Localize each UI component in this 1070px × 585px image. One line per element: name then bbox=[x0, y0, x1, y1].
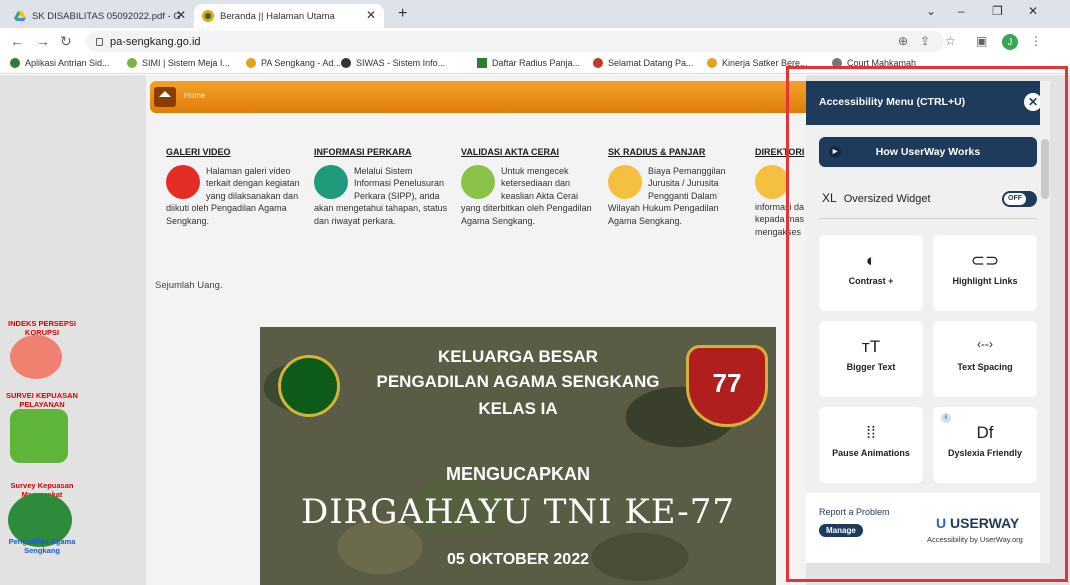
folder-icon bbox=[755, 164, 789, 199]
section-galeri-video: GALERI VIDEO Halaman galeri video terkai… bbox=[166, 146, 304, 227]
favicon-icon bbox=[477, 58, 487, 68]
bookmark-item[interactable]: Aplikasi Antrian Sid... bbox=[10, 58, 110, 68]
bookmark-label: SIWAS - Sistem Info... bbox=[356, 58, 446, 68]
favicon-icon bbox=[593, 58, 603, 68]
zoom-icon[interactable]: ⊕ bbox=[898, 34, 908, 48]
bookmark-item[interactable]: Selamat Datang Pa... bbox=[593, 58, 694, 68]
forward-icon[interactable]: → bbox=[36, 33, 50, 49]
favicon-icon bbox=[10, 58, 20, 68]
section-title[interactable]: SK RADIUS & PANJAR bbox=[608, 146, 746, 159]
bookmark-item[interactable]: PA Sengkang - Ad... bbox=[246, 58, 341, 68]
favicon-icon bbox=[246, 58, 256, 68]
address-bar[interactable]: pa-sengkang.go.id bbox=[86, 31, 944, 52]
highlight-frame bbox=[786, 66, 1068, 582]
side-label[interactable]: Pengadilan Agama Sengkang bbox=[2, 537, 82, 555]
new-tab-icon[interactable]: + bbox=[398, 5, 407, 23]
share-icon[interactable]: ⇪ bbox=[920, 34, 930, 48]
screen: { "browser": { "tabs": [ {"title": "SK D… bbox=[0, 0, 1070, 585]
marquee-text: Sejumlah Uang. bbox=[155, 280, 223, 291]
breadcrumb: Home bbox=[150, 81, 810, 113]
section-validasi-akta: VALIDASI AKTA CERAI Untuk mengecek keter… bbox=[461, 146, 599, 227]
close-icon[interactable]: ✕ bbox=[366, 8, 376, 22]
section-informasi-perkara: INFORMASI PERKARA Melalui Sistem Informa… bbox=[314, 146, 452, 227]
document-icon bbox=[461, 164, 495, 199]
banner-line: KELAS IA bbox=[478, 399, 558, 418]
tab-beranda[interactable]: Beranda || Halaman Utama ✕ bbox=[194, 4, 384, 28]
clipboard-icon[interactable] bbox=[10, 335, 62, 379]
checklist-icon[interactable] bbox=[10, 409, 68, 463]
favicon-icon bbox=[127, 58, 137, 68]
site-favicon-icon bbox=[202, 10, 214, 22]
toolbar: ← → ↻ pa-sengkang.go.id ⊕ ⇪ ☆ ▣ J ⋮ bbox=[0, 28, 1070, 54]
side-label[interactable]: SURVEI KEPUASAN PELAYANAN bbox=[2, 391, 82, 409]
section-sk-radius: SK RADIUS & PANJAR Biaya Pemanggilan Jur… bbox=[608, 146, 746, 227]
bookmark-label: SIMI | Sistem Meja I... bbox=[142, 58, 230, 68]
minimize-icon[interactable]: – bbox=[958, 4, 965, 18]
close-icon[interactable]: ✕ bbox=[176, 8, 186, 22]
lock-icon bbox=[96, 37, 103, 46]
bookmark-label: Aplikasi Antrian Sid... bbox=[25, 58, 110, 68]
bookmark-label: PA Sengkang - Ad... bbox=[261, 58, 341, 68]
tab-pdf[interactable]: SK DISABILITAS 05092022.pdf - G ✕ bbox=[6, 4, 194, 28]
bookmark-label: Selamat Datang Pa... bbox=[608, 58, 694, 68]
back-icon[interactable]: ← bbox=[10, 33, 24, 49]
bookmark-label: Daftar Radius Panja... bbox=[492, 58, 581, 68]
bookmark-item[interactable]: Daftar Radius Panja... bbox=[477, 58, 580, 68]
section-title[interactable]: VALIDASI AKTA CERAI bbox=[461, 146, 599, 159]
banner-line: MENGUCAPKAN bbox=[446, 464, 590, 484]
drive-icon bbox=[14, 11, 26, 21]
breadcrumb-home[interactable]: Home bbox=[184, 91, 205, 100]
monitor-icon bbox=[314, 164, 348, 199]
banner-line: KELUARGA BESAR bbox=[438, 347, 598, 366]
banner-line: 05 OKTOBER 2022 bbox=[447, 551, 589, 568]
bookmark-star-icon[interactable]: ☆ bbox=[945, 34, 956, 48]
side-label[interactable]: INDEKS PERSEPSI KORUPSI bbox=[2, 319, 82, 337]
car-icon bbox=[608, 164, 642, 199]
favicon-icon bbox=[341, 58, 351, 68]
tab-title: Beranda || Halaman Utama bbox=[220, 10, 335, 22]
url-text: pa-sengkang.go.id bbox=[110, 35, 201, 48]
tab-title: SK DISABILITAS 05092022.pdf - G bbox=[32, 10, 181, 22]
bookmark-item[interactable]: SIMI | Sistem Meja I... bbox=[127, 58, 230, 68]
banner-headline: DIRGAHAYU TNI KE-77 bbox=[300, 492, 735, 532]
restore-icon[interactable]: ❐ bbox=[992, 4, 1003, 18]
reload-icon[interactable]: ↻ bbox=[60, 33, 72, 50]
favicon-icon bbox=[707, 58, 717, 68]
home-icon[interactable] bbox=[154, 87, 176, 107]
section-title[interactable]: INFORMASI PERKARA bbox=[314, 146, 452, 159]
bookmark-item[interactable]: SIWAS - Sistem Info... bbox=[341, 58, 445, 68]
chevron-down-icon[interactable]: ⌄ bbox=[926, 4, 936, 18]
sidepanel-icon[interactable]: ▣ bbox=[976, 34, 987, 48]
avatar[interactable]: J bbox=[1002, 34, 1018, 50]
tab-strip: SK DISABILITAS 05092022.pdf - G ✕ Berand… bbox=[0, 0, 1070, 28]
tni-banner: 77 KELUARGA BESAR PENGADILAN AGAMA SENGK… bbox=[260, 327, 776, 585]
close-window-icon[interactable]: ✕ bbox=[1028, 4, 1038, 18]
youtube-icon bbox=[166, 164, 200, 199]
menu-icon[interactable]: ⋮ bbox=[1030, 34, 1042, 48]
banner-line: PENGADILAN AGAMA SENGKANG bbox=[376, 372, 660, 391]
section-title[interactable]: GALERI VIDEO bbox=[166, 146, 304, 159]
